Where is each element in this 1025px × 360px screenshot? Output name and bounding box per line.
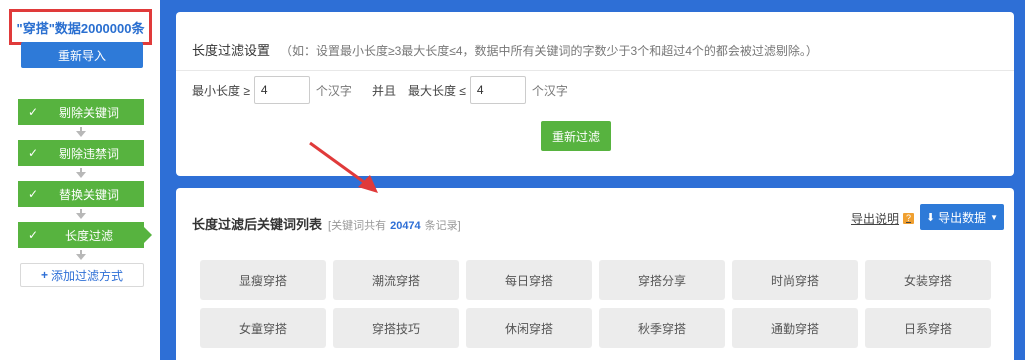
step-label: 长度过滤 <box>64 228 113 243</box>
keyword-item[interactable]: 穿搭技巧 <box>333 308 459 348</box>
reimport-button[interactable]: 重新导入 <box>21 42 143 68</box>
step-label: 替换关键词 <box>58 187 119 202</box>
check-icon: ✓ <box>28 105 39 119</box>
annotation-arrow-icon <box>309 141 378 193</box>
max-length-label: 最大长度 ≤ <box>407 83 466 98</box>
refilter-button[interactable]: 重新过滤 <box>541 121 611 151</box>
record-prefix: [关键词共有 <box>328 220 387 232</box>
record-info: [关键词共有 20474 条记录] <box>328 217 461 233</box>
chevron-down-icon: ▼ <box>990 212 999 222</box>
keyword-item[interactable]: 每日穿搭 <box>466 260 592 300</box>
flow-arrow-icon <box>76 209 86 219</box>
keyword-grid: 显瘦穿搭 潮流穿搭 每日穿搭 穿搭分享 时尚穿搭 女装穿搭 女童穿搭 穿搭技巧 … <box>200 260 994 348</box>
min-length-label: 最小长度 ≥ <box>192 83 250 98</box>
download-icon: ⬇ <box>925 211 936 224</box>
keyword-item[interactable]: 秋季穿搭 <box>599 308 725 348</box>
keyword-item[interactable]: 通勤穿搭 <box>732 308 858 348</box>
sidebar: "穿搭"数据2000000条 重新导入 ✓ 剔除关键词 ✓ 剔除违禁词 ✓ 替换… <box>0 0 160 360</box>
add-filter-label: 添加过滤方式 <box>51 268 124 283</box>
list-title: 长度过滤后关键词列表 <box>192 217 323 232</box>
check-icon: ✓ <box>28 187 39 201</box>
dataset-title: "穿搭"数据2000000条 <box>9 9 152 45</box>
divider <box>176 70 1014 71</box>
record-count: 20474 <box>390 220 421 232</box>
step-remove-banned-words[interactable]: ✓ 剔除违禁词 <box>18 140 144 166</box>
keyword-item[interactable]: 休闲穿搭 <box>466 308 592 348</box>
keyword-item[interactable]: 穿搭分享 <box>599 260 725 300</box>
settings-heading: 长度过滤设置 （如：设置最小长度≥3最大长度≤4，数据中所有关键词的字数少于3个和… <box>192 40 818 59</box>
export-data-label: 导出数据 <box>938 210 987 225</box>
settings-title: 长度过滤设置 <box>192 43 271 58</box>
and-label: 并且 <box>371 83 396 98</box>
flow-arrow-icon <box>76 127 86 137</box>
export-help-link[interactable]: 导出说明 ? <box>851 210 915 227</box>
keyword-item[interactable]: 潮流穿搭 <box>333 260 459 300</box>
flow-arrow-icon <box>76 250 86 260</box>
flow-arrow-icon <box>76 168 86 178</box>
keyword-item[interactable]: 时尚穿搭 <box>732 260 858 300</box>
export-data-button[interactable]: ⬇ 导出数据 ▼ <box>920 204 1004 230</box>
min-length-input[interactable] <box>253 76 310 104</box>
step-label: 剔除违禁词 <box>58 146 119 161</box>
keyword-item[interactable]: 女童穿搭 <box>200 308 326 348</box>
keyword-list-panel: 长度过滤后关键词列表 [关键词共有 20474 条记录] 导出说明 ? ⬇ 导出数据… <box>176 188 1014 360</box>
length-filter-row: 最小长度 ≥ 个汉字 并且 最大长度 ≤ 个汉字 <box>192 76 568 104</box>
keyword-item[interactable]: 女装穿搭 <box>865 260 991 300</box>
question-icon: ? <box>903 213 915 224</box>
check-icon: ✓ <box>28 146 39 160</box>
plus-icon: + <box>40 268 48 282</box>
keyword-item[interactable]: 日系穿搭 <box>865 308 991 348</box>
export-help-label: 导出说明 <box>851 212 900 226</box>
max-unit-label: 个汉字 <box>531 83 568 98</box>
min-unit-label: 个汉字 <box>315 83 352 98</box>
keyword-item[interactable]: 显瘦穿搭 <box>200 260 326 300</box>
step-replace-keywords[interactable]: ✓ 替换关键词 <box>18 181 144 207</box>
settings-hint: （如：设置最小长度≥3最大长度≤4，数据中所有关键词的字数少于3个和超过4个的都… <box>280 44 818 58</box>
record-suffix: 条记录] <box>424 220 461 232</box>
check-icon: ✓ <box>28 228 39 242</box>
list-header: 长度过滤后关键词列表 [关键词共有 20474 条记录] <box>192 214 461 233</box>
step-label: 剔除关键词 <box>58 105 119 120</box>
step-length-filter[interactable]: ✓ 长度过滤 <box>18 222 152 248</box>
max-length-input[interactable] <box>469 76 526 104</box>
add-filter-method-button[interactable]: + 添加过滤方式 <box>20 263 144 287</box>
step-remove-keywords[interactable]: ✓ 剔除关键词 <box>18 99 144 125</box>
